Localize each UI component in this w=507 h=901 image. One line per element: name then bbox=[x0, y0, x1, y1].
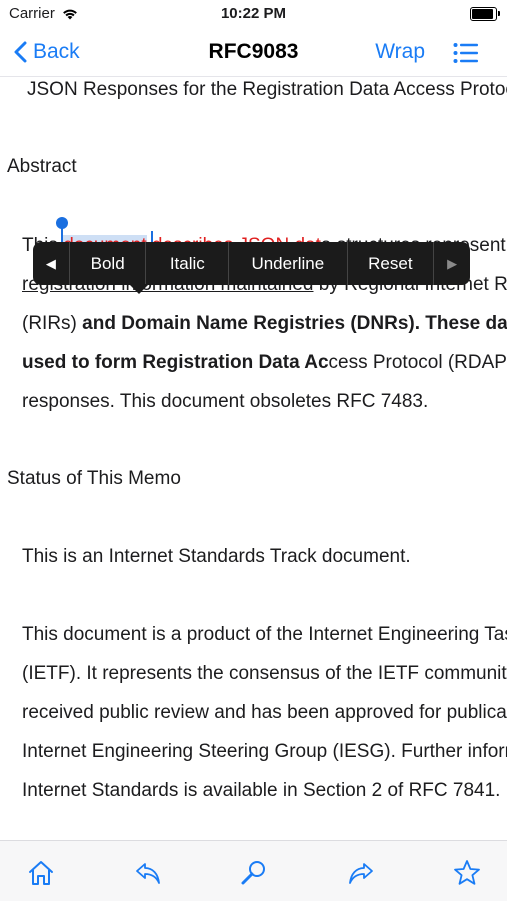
page-title: RFC9083 bbox=[0, 40, 507, 64]
menu-item-italic[interactable]: Italic bbox=[145, 242, 228, 285]
abstract-line: (RIRs) and Domain Name Registries (DNRs)… bbox=[22, 313, 507, 335]
star-icon[interactable] bbox=[453, 859, 481, 887]
text-run: cess Protocol (RDAP) query bbox=[329, 352, 507, 373]
home-icon[interactable] bbox=[27, 859, 55, 887]
search-icon[interactable] bbox=[240, 859, 268, 887]
menu-item-bold[interactable]: Bold bbox=[69, 242, 146, 285]
clock: 10:22 PM bbox=[0, 5, 507, 22]
navigation-bar: Back RFC9083 Wrap bbox=[0, 30, 507, 77]
back-arrow-icon[interactable] bbox=[134, 859, 162, 887]
bold-text: and Domain Name Registries (DNRs). These… bbox=[82, 313, 507, 334]
bold-text: used to form Registration Data Ac bbox=[22, 352, 329, 373]
status-bar: Carrier 10:22 PM bbox=[0, 0, 507, 28]
list-icon[interactable] bbox=[453, 42, 479, 64]
paragraph-line: (IETF). It represents the consensus of t… bbox=[22, 663, 507, 685]
forward-arrow-icon[interactable] bbox=[347, 859, 375, 887]
menu-next-arrow-icon[interactable]: ▶ bbox=[434, 242, 470, 285]
wrap-button[interactable]: Wrap bbox=[375, 40, 425, 64]
menu-pointer bbox=[129, 284, 149, 294]
abstract-line: responses. This document obsoletes RFC 7… bbox=[22, 391, 428, 413]
battery-icon bbox=[470, 7, 497, 21]
paragraph-line: This document is a product of the Intern… bbox=[22, 624, 507, 646]
paragraph-line: Internet Standards is available in Secti… bbox=[22, 780, 500, 802]
status-line: This is an Internet Standards Track docu… bbox=[22, 546, 411, 568]
menu-prev-arrow-icon[interactable]: ◀ bbox=[33, 242, 69, 285]
edit-menu: ◀ Bold Italic Underline Reset ▶ bbox=[33, 242, 470, 285]
abstract-line: used to form Registration Data Access Pr… bbox=[22, 352, 507, 374]
paragraph-line: Internet Engineering Steering Group (IES… bbox=[22, 741, 507, 763]
text-run: (RIRs) bbox=[22, 313, 82, 334]
abstract-heading: Abstract bbox=[7, 156, 77, 178]
paragraph-line: received public review and has been appr… bbox=[22, 702, 507, 724]
bottom-toolbar bbox=[0, 840, 507, 901]
document-view[interactable]: JSON Responses for the Registration Data… bbox=[0, 76, 507, 840]
menu-item-reset[interactable]: Reset bbox=[347, 242, 435, 285]
menu-item-underline[interactable]: Underline bbox=[228, 242, 346, 285]
battery-fill bbox=[472, 9, 493, 19]
status-heading: Status of This Memo bbox=[7, 468, 181, 490]
document-title: JSON Responses for the Registration Data… bbox=[27, 79, 507, 101]
